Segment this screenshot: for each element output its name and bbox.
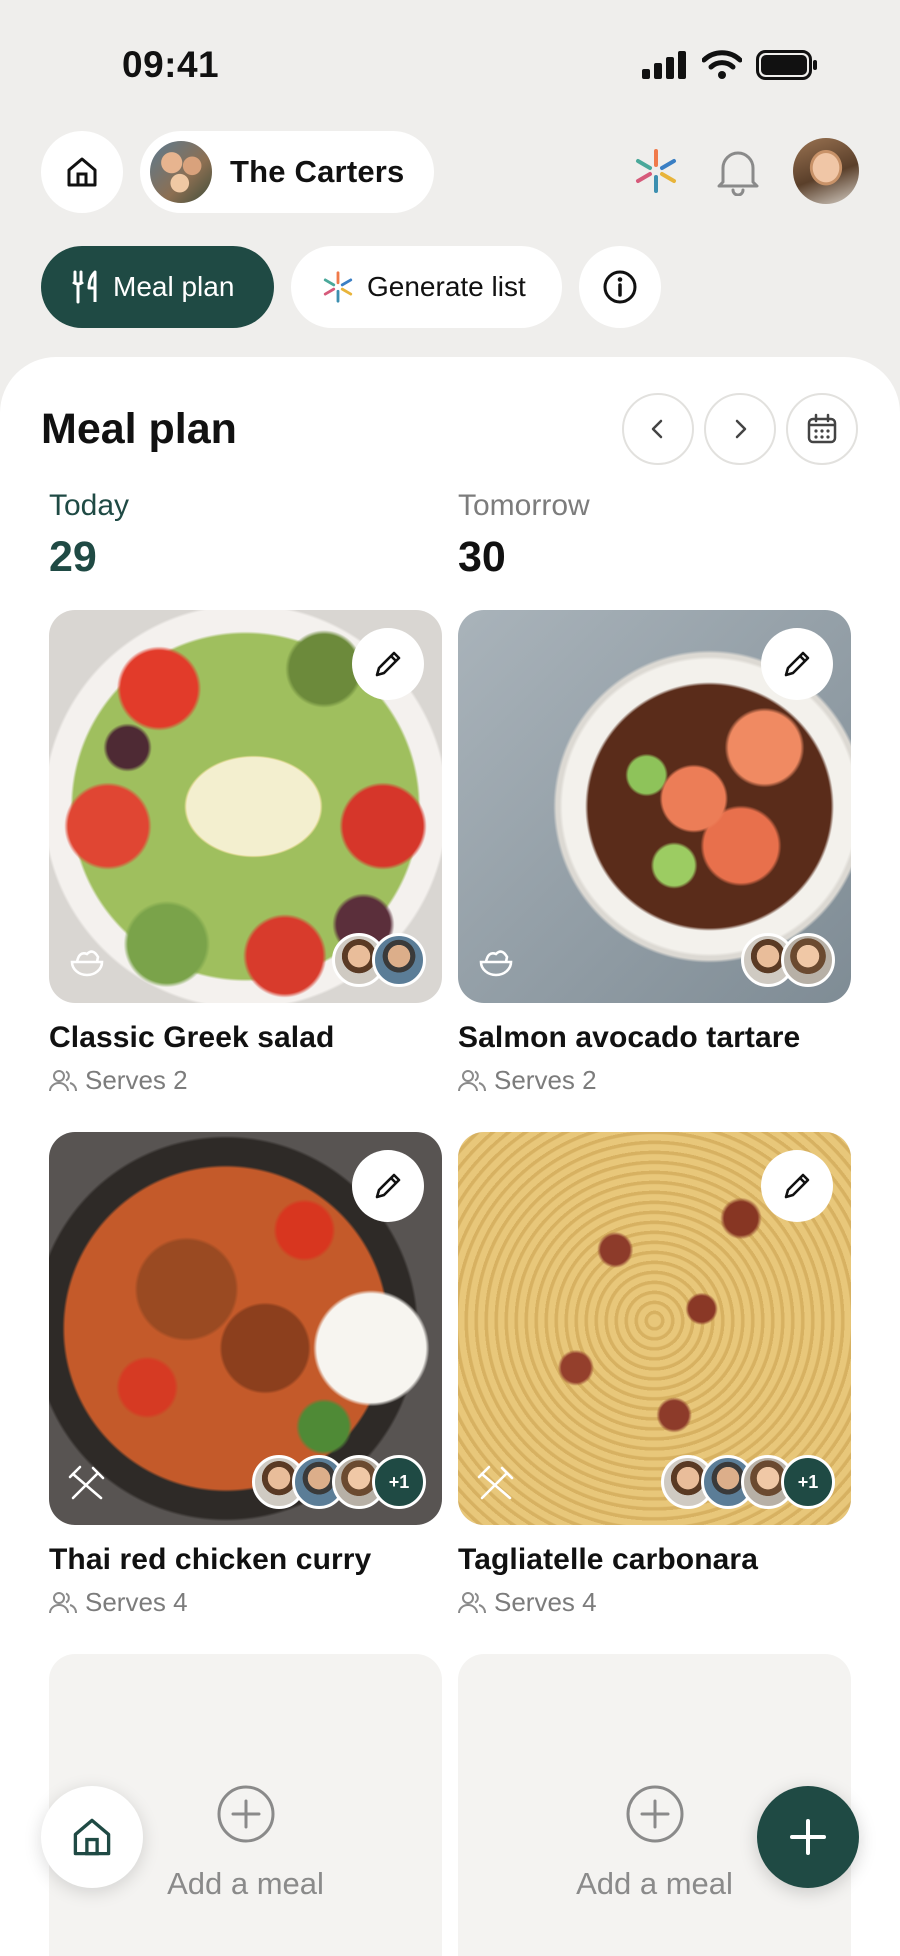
user-avatar[interactable]: [793, 138, 859, 204]
family-switcher[interactable]: The Carters: [140, 131, 434, 213]
calendar-icon: [807, 413, 837, 444]
next-day-button[interactable]: [704, 393, 776, 465]
day-label-today: Today: [49, 489, 130, 522]
day-number-tomorrow: 30: [458, 533, 506, 581]
floating-home-button[interactable]: [41, 1786, 143, 1888]
meal-title: Salmon avocado tartare: [458, 1021, 801, 1054]
page-title: Meal plan: [41, 405, 237, 453]
sparkle-icon: [323, 271, 353, 303]
meal-card[interactable]: Salmon avocado tartare Serves 2: [458, 610, 851, 1096]
meal-plan-sheet: Meal plan Today 29 Tomorrow 30 Classic G…: [0, 357, 900, 1956]
salad-bowl-icon: [67, 942, 107, 987]
meal-serves: Serves 4: [49, 1587, 442, 1618]
people-icon: [458, 1591, 486, 1613]
day-number-today: 29: [49, 533, 97, 581]
pencil-icon: [375, 1173, 401, 1199]
meal-title: Thai red chicken curry: [49, 1543, 372, 1576]
meal-plan-chip[interactable]: Meal plan: [41, 246, 274, 328]
meal-plan-chip-label: Meal plan: [113, 271, 235, 302]
chevron-right-icon: [735, 419, 747, 439]
meal-image: [458, 610, 851, 1003]
battery-icon: [756, 50, 817, 80]
meal-image: +1: [49, 1132, 442, 1525]
meal-serves-label: Serves 4: [494, 1587, 597, 1617]
edit-meal-button[interactable]: [352, 628, 424, 700]
meal-card[interactable]: +1 Thai red chicken curry Serves 4: [49, 1132, 442, 1618]
cellular-signal-icon: [642, 51, 686, 79]
meal-title: Classic Greek salad: [49, 1021, 335, 1054]
meal-serves: Serves 2: [458, 1065, 851, 1096]
generate-list-chip-label: Generate list: [367, 271, 526, 302]
status-bar: 09:41: [0, 0, 900, 130]
people-icon: [458, 1069, 486, 1091]
bell-icon: [717, 151, 759, 196]
edit-meal-button[interactable]: [761, 628, 833, 700]
diner-avatars: +1: [661, 1455, 835, 1509]
info-button[interactable]: [579, 246, 661, 328]
add-circle-icon: [217, 1785, 275, 1843]
meal-serves-label: Serves 4: [85, 1587, 188, 1617]
salad-bowl-icon: [476, 942, 516, 987]
sparkle-icon: [636, 149, 676, 193]
calendar-button[interactable]: [786, 393, 858, 465]
more-diners-badge: +1: [372, 1455, 426, 1509]
people-icon: [49, 1069, 77, 1091]
diner-avatar: [372, 933, 426, 987]
fork-knife-icon: [72, 270, 97, 304]
previous-day-button[interactable]: [622, 393, 694, 465]
day-label-tomorrow: Tomorrow: [458, 489, 590, 522]
family-name: The Carters: [230, 154, 405, 189]
chevron-left-icon: [651, 419, 663, 439]
add-button[interactable]: [757, 1786, 859, 1888]
people-icon: [49, 1591, 77, 1613]
notifications-button[interactable]: [712, 145, 764, 197]
cutlery-icon: [67, 1464, 107, 1509]
meal-serves-label: Serves 2: [494, 1065, 597, 1095]
meal-title: Tagliatelle carbonara: [458, 1543, 758, 1576]
diner-avatars: [741, 933, 835, 987]
status-time: 09:41: [122, 44, 220, 85]
family-avatar: [148, 139, 214, 205]
meal-card[interactable]: +1 Tagliatelle carbonara Serves 4: [458, 1132, 851, 1618]
home-button[interactable]: [41, 131, 123, 213]
pencil-icon: [375, 651, 401, 677]
pencil-icon: [784, 651, 810, 677]
meal-card[interactable]: Classic Greek salad Serves 2: [49, 610, 442, 1096]
diner-avatars: +1: [252, 1455, 426, 1509]
add-circle-icon: [626, 1785, 684, 1843]
meal-serves-label: Serves 2: [85, 1065, 188, 1095]
info-icon: [603, 270, 637, 304]
meal-image: [49, 610, 442, 1003]
pencil-icon: [784, 1173, 810, 1199]
meal-serves: Serves 2: [49, 1065, 442, 1096]
diner-avatars: [332, 933, 426, 987]
generate-list-chip[interactable]: Generate list: [291, 246, 562, 328]
diner-avatar: [781, 933, 835, 987]
cutlery-icon: [476, 1464, 516, 1509]
ai-sparkle-button[interactable]: [630, 145, 682, 197]
home-icon: [73, 1818, 111, 1856]
edit-meal-button[interactable]: [761, 1150, 833, 1222]
status-icons: [642, 50, 818, 80]
wifi-icon: [702, 50, 742, 79]
more-diners-badge: +1: [781, 1455, 835, 1509]
edit-meal-button[interactable]: [352, 1150, 424, 1222]
meal-image: +1: [458, 1132, 851, 1525]
home-icon: [67, 157, 97, 187]
meal-serves: Serves 4: [458, 1587, 851, 1618]
plus-icon: [790, 1819, 826, 1855]
